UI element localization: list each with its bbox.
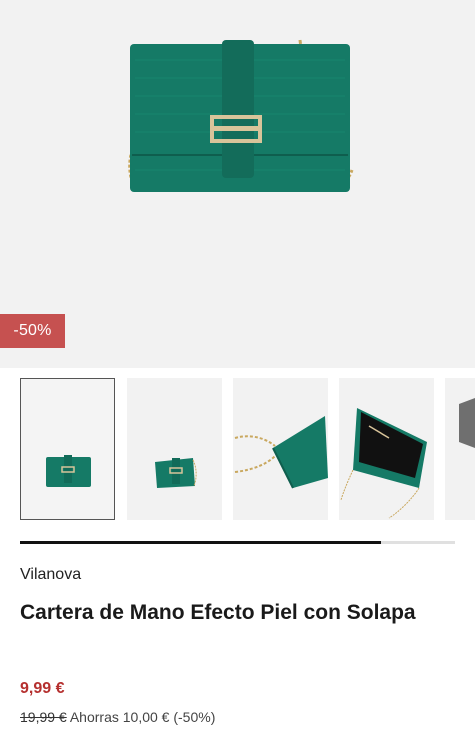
thumbnail-5[interactable]: [445, 378, 475, 520]
clutch-open-interior-icon: [340, 408, 427, 519]
green-clutch-illustration: [128, 39, 354, 192]
product-title: Cartera de Mano Efecto Piel con Solapa: [20, 601, 416, 624]
gallery-scroll-indicator-fill: [20, 541, 382, 544]
thumbnail-4[interactable]: [339, 378, 434, 520]
price-comparison-row: 19,99 € Ahorras 10,00 € (-50%): [20, 709, 215, 725]
clutch-angle-icon: [155, 458, 197, 488]
gallery-scroll-indicator[interactable]: [20, 541, 455, 544]
product-price: 9,99 €: [20, 680, 65, 697]
thumbnail-2[interactable]: [127, 378, 222, 520]
clutch-side-chain-icon: [234, 416, 328, 489]
thumbnail-1[interactable]: [20, 378, 115, 520]
product-hero-image[interactable]: -50%: [0, 0, 475, 368]
clutch-front-icon: [46, 455, 91, 487]
thumbnail-3[interactable]: [233, 378, 328, 520]
discount-badge: -50%: [0, 314, 65, 348]
next-image-peek-icon: [459, 398, 475, 448]
original-price: 19,99 €: [20, 709, 67, 725]
thumbnail-gallery[interactable]: [0, 376, 475, 524]
product-brand[interactable]: Vilanova: [20, 566, 81, 584]
savings-text: Ahorras 10,00 € (-50%): [69, 709, 216, 725]
